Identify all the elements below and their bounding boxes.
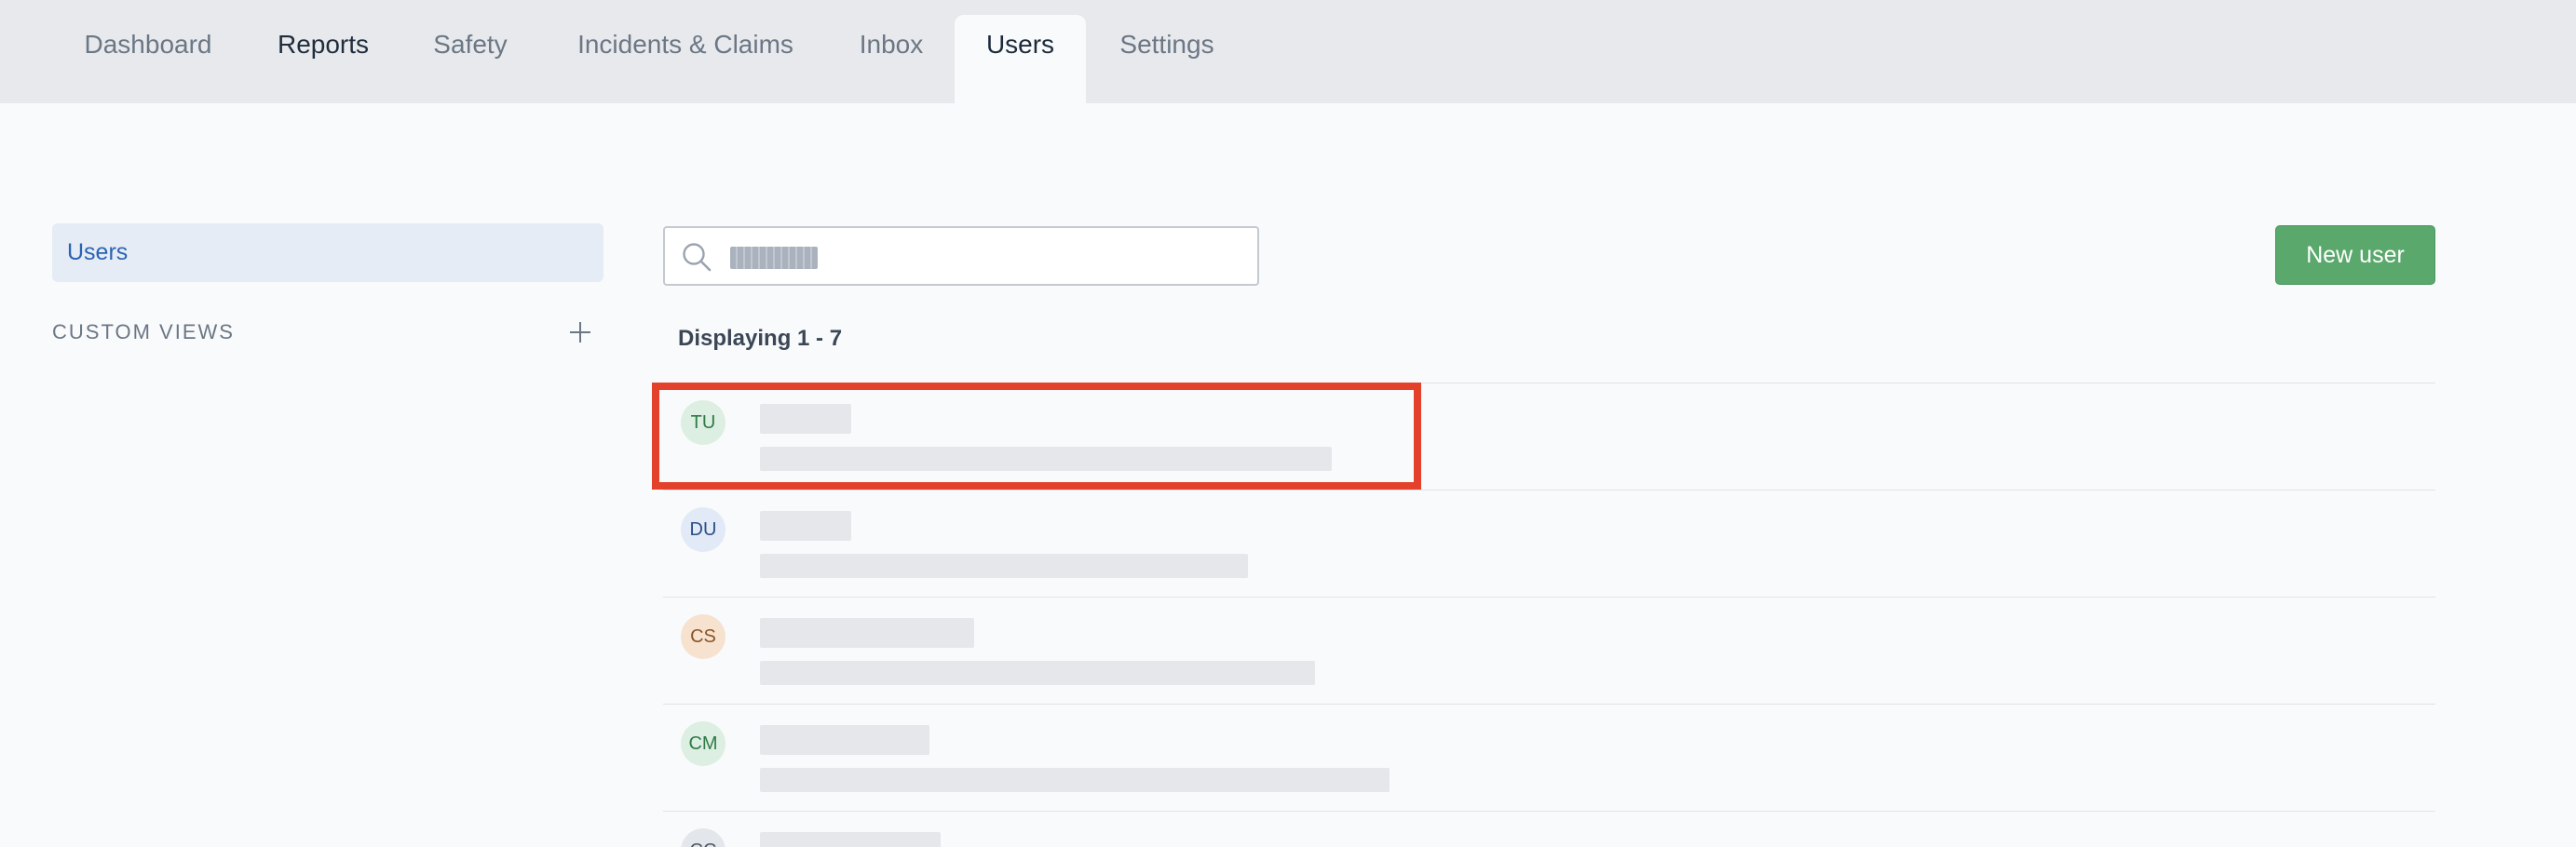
user-row[interactable]: CC [663,811,2435,847]
tab-safety[interactable]: Safety [415,15,525,103]
user-name-placeholder [760,832,941,847]
tab-inbox-label: Inbox [859,29,924,59]
tab-reports[interactable]: Reports [261,15,386,103]
tab-users-label: Users [985,29,1055,59]
avatar: CS [681,614,725,659]
search-input[interactable] [665,228,1257,284]
user-row[interactable]: TU [663,383,2435,490]
user-name-placeholder [760,618,974,648]
tab-dashboard-label: Dashboard [84,29,212,59]
tab-settings-label: Settings [1119,29,1214,59]
avatar: DU [681,507,725,552]
search-box [663,226,1259,286]
user-row[interactable]: CS [663,597,2435,704]
user-name-placeholder [760,511,851,541]
custom-views-heading: CUSTOM VIEWS [52,320,235,343]
sidebar-item-users[interactable]: Users [52,223,603,282]
user-email-placeholder [760,447,1332,471]
user-row[interactable]: DU [663,490,2435,597]
tab-users[interactable]: Users [955,15,1086,103]
sidebar-item-users-label: Users [67,239,129,265]
user-row[interactable]: CM [663,704,2435,811]
tab-incidents-claims-label: Incidents & Claims [577,29,793,59]
displaying-count: Displaying 1 - 7 [678,326,843,351]
tab-settings[interactable]: Settings [1101,15,1233,103]
user-name-placeholder [760,404,851,434]
add-custom-view-icon[interactable] [566,318,594,346]
new-user-button-label: New user [2306,241,2405,268]
tab-incidents-claims[interactable]: Incidents & Claims [555,15,816,103]
tab-reports-label: Reports [277,29,370,59]
avatar: CC [681,828,725,847]
user-email-placeholder [760,554,1248,578]
avatar: TU [681,400,725,445]
tab-safety-label: Safety [433,29,508,59]
user-email-placeholder [760,768,1390,792]
tab-dashboard[interactable]: Dashboard [63,15,233,103]
user-email-placeholder [760,661,1315,685]
top-nav: Dashboard Reports Safety Incidents & Cla… [0,0,2576,103]
tab-inbox[interactable]: Inbox [846,15,937,103]
new-user-button[interactable]: New user [2275,225,2435,285]
avatar: CM [681,721,725,766]
user-name-placeholder [760,725,929,755]
